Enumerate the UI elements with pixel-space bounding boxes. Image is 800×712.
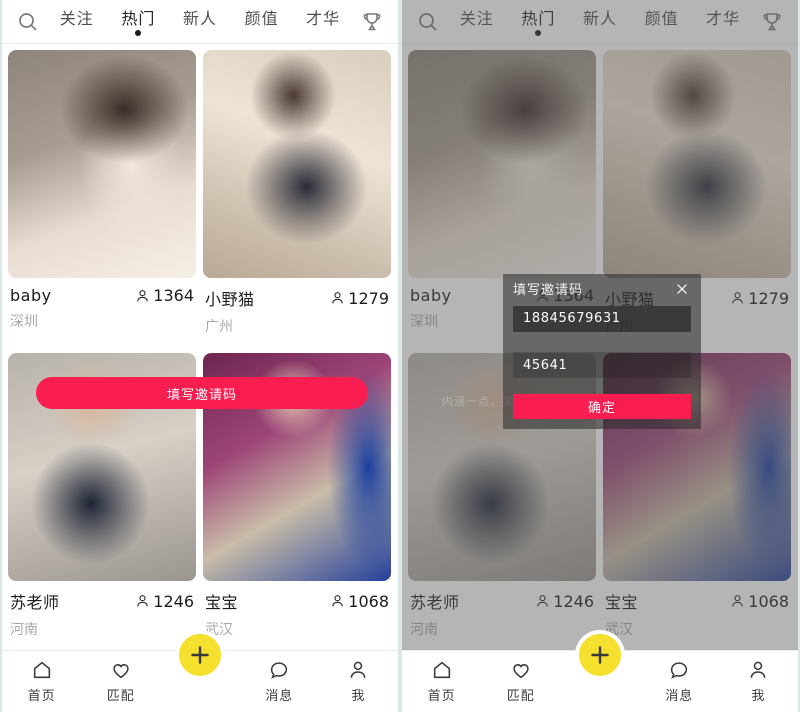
tab-yanzhi[interactable]: 颜值 (243, 8, 281, 36)
card-fan-count: 1364 (135, 286, 194, 305)
phone-screen-left: 关注 热门 新人 颜值 才华 baby 1364 深圳 小野猫 1279 广州 … (0, 0, 400, 712)
tab-xinren[interactable]: 新人 (181, 8, 219, 36)
nav-label-messages: 消息 (265, 689, 294, 704)
phone-field-value: 18845679631 (523, 311, 621, 327)
person-icon (137, 595, 149, 607)
nav-item-me[interactable]: 我 (719, 659, 798, 704)
tab-caihua[interactable]: 才华 (304, 8, 342, 36)
card-name: 小野猫 (205, 290, 255, 309)
close-icon[interactable] (673, 280, 691, 298)
profile-card[interactable]: baby 1364 深圳 (8, 50, 196, 346)
card-fan-number: 1364 (153, 286, 194, 305)
invite-field-value: 45641 (523, 357, 568, 373)
plus-icon (191, 646, 209, 664)
top-navbar: 关注 热门 新人 颜值 才华 (2, 0, 398, 44)
user-icon (751, 661, 766, 678)
home-icon (433, 661, 450, 679)
create-post-fab[interactable] (175, 630, 225, 680)
tab-guanzhu[interactable]: 关注 (58, 8, 96, 36)
nav-item-messages[interactable]: 消息 (640, 659, 719, 704)
person-icon (137, 289, 149, 301)
card-name: 宝宝 (205, 593, 239, 612)
card-name: 苏老师 (10, 593, 60, 612)
nav-item-match[interactable]: 匹配 (81, 659, 160, 704)
user-icon (351, 661, 366, 678)
search-icon[interactable] (16, 10, 40, 34)
card-photo[interactable] (8, 50, 196, 278)
invite-code-dialog: 填写邀请码 18845679631 45641 确定 (503, 274, 701, 429)
person-icon (332, 595, 344, 607)
nav-label-messages: 消息 (665, 689, 694, 704)
create-post-fab[interactable] (575, 630, 625, 680)
trophy-icon[interactable] (360, 10, 384, 34)
dialog-header: 填写邀请码 (503, 274, 701, 304)
nav-item-home[interactable]: 首页 (402, 659, 481, 704)
plus-icon (591, 646, 609, 664)
card-fan-number: 1068 (348, 591, 389, 611)
phone-field[interactable]: 18845679631 (513, 305, 691, 333)
invite-code-banner[interactable]: 填写邀请码 (36, 377, 368, 409)
card-meta: 宝宝 1068 武汉 (203, 581, 391, 649)
nav-label-match: 匹配 (106, 689, 135, 704)
card-fan-number: 1279 (348, 288, 389, 308)
profile-card[interactable]: 小野猫 1279 广州 (203, 50, 391, 346)
nav-label-match: 匹配 (506, 689, 535, 704)
heart-icon (513, 664, 529, 679)
chat-icon (271, 662, 288, 679)
card-fan-count: 1279 (330, 289, 389, 308)
card-fan-number: 1246 (153, 591, 194, 611)
feed-area[interactable]: baby 1364 深圳 小野猫 (2, 44, 398, 712)
card-photo[interactable] (203, 50, 391, 278)
category-tabs: 关注 热门 新人 颜值 才华 (40, 8, 360, 36)
tab-remen[interactable]: 热门 (119, 8, 157, 36)
home-icon (33, 661, 50, 679)
card-meta: baby 1364 深圳 (8, 278, 196, 341)
confirm-button[interactable]: 确定 (513, 394, 691, 419)
card-city: 河南 (10, 622, 38, 638)
phone-screen-right: 关注 热门 新人 颜值 才华 baby 深圳 1279 内涵一点，笑口常开。 苏… (400, 0, 800, 712)
nav-label-me: 我 (351, 689, 366, 704)
nav-item-messages[interactable]: 消息 (240, 659, 319, 704)
card-fan-count: 1068 (330, 592, 389, 611)
nav-item-home[interactable]: 首页 (2, 659, 81, 704)
screenshot-root: 关注 热门 新人 颜值 才华 baby 1364 深圳 小野猫 1279 广州 … (0, 0, 800, 712)
card-meta: 小野猫 1279 广州 (203, 278, 391, 346)
card-name: baby (10, 286, 52, 305)
nav-item-me[interactable]: 我 (319, 659, 398, 704)
invite-field[interactable]: 45641 (513, 352, 691, 379)
card-meta: 苏老师 1246 河南 (8, 581, 196, 649)
dialog-title: 填写邀请码 (513, 283, 584, 299)
nav-item-match[interactable]: 匹配 (481, 659, 560, 704)
chat-icon (671, 662, 688, 679)
nav-label-home: 首页 (427, 689, 456, 704)
person-icon (332, 292, 344, 304)
card-city: 深圳 (10, 314, 38, 330)
nav-label-home: 首页 (27, 689, 56, 704)
heart-icon (113, 664, 129, 679)
card-fan-count: 1246 (135, 592, 194, 611)
nav-label-me: 我 (751, 689, 766, 704)
card-city: 武汉 (205, 622, 233, 638)
card-city: 广州 (205, 319, 233, 335)
